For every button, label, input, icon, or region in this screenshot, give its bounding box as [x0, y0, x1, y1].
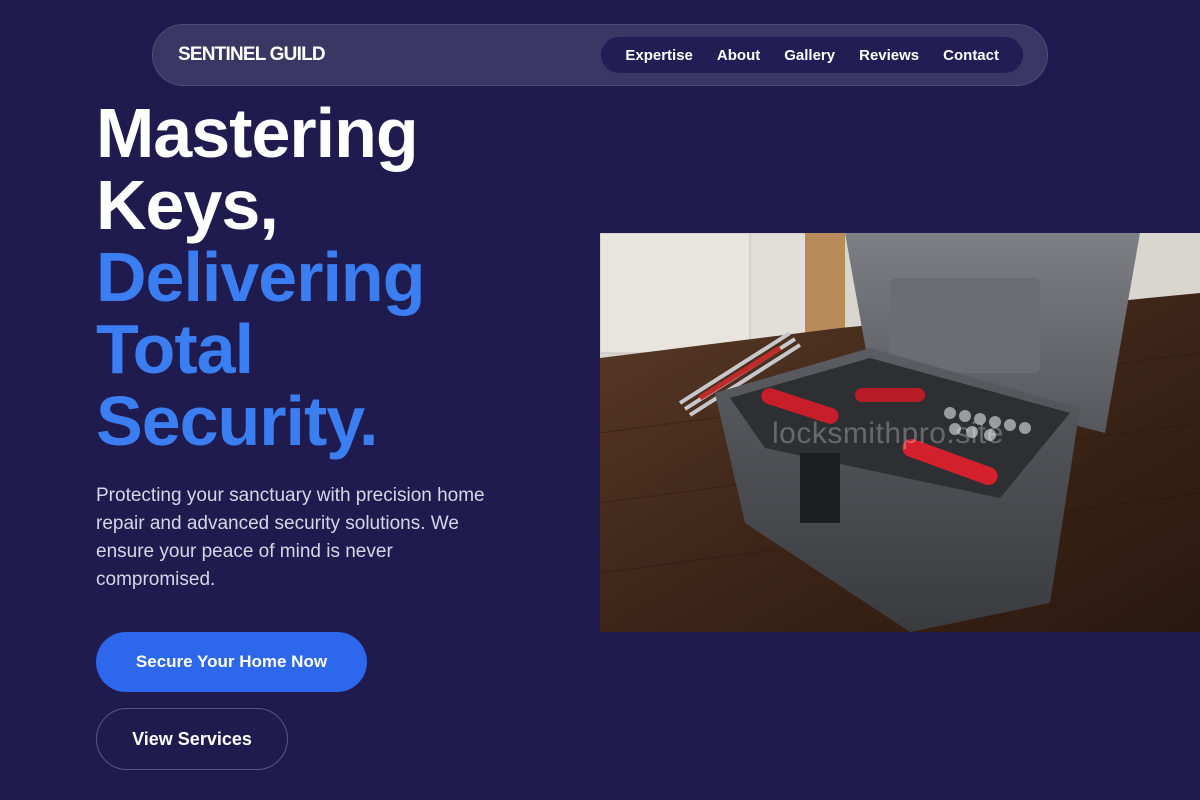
nav-item-about[interactable]: About: [717, 47, 760, 64]
nav-item-contact[interactable]: Contact: [943, 47, 999, 64]
hero-title-line: Mastering: [96, 94, 419, 172]
nav-links: Expertise About Gallery Reviews Contact: [601, 37, 1023, 73]
hero-description: Protecting your sanctuary with precision…: [96, 485, 485, 590]
view-services-button[interactable]: View Services: [96, 708, 288, 770]
secure-home-button[interactable]: Secure Your Home Now: [96, 632, 367, 692]
nav-item-gallery[interactable]: Gallery: [784, 47, 835, 64]
toolbox-hero-image: locksmithpro.site: [600, 233, 1200, 632]
hero-title-highlight-line: Total: [96, 310, 254, 388]
hero-title-highlight-line: Security.: [96, 382, 379, 460]
hero-title: Mastering Keys, Delivering Total Securit…: [96, 94, 425, 460]
hero-title-highlight-line: Delivering: [96, 238, 425, 316]
brand-logo[interactable]: SENTINEL GUILD: [178, 44, 326, 66]
nav-item-reviews[interactable]: Reviews: [859, 47, 919, 64]
top-navbar: SENTINEL GUILD Expertise About Gallery R…: [152, 24, 1048, 86]
nav-item-expertise[interactable]: Expertise: [625, 47, 693, 64]
image-watermark: locksmithpro.site: [772, 417, 1004, 450]
hero-title-line: Keys,: [96, 166, 279, 244]
